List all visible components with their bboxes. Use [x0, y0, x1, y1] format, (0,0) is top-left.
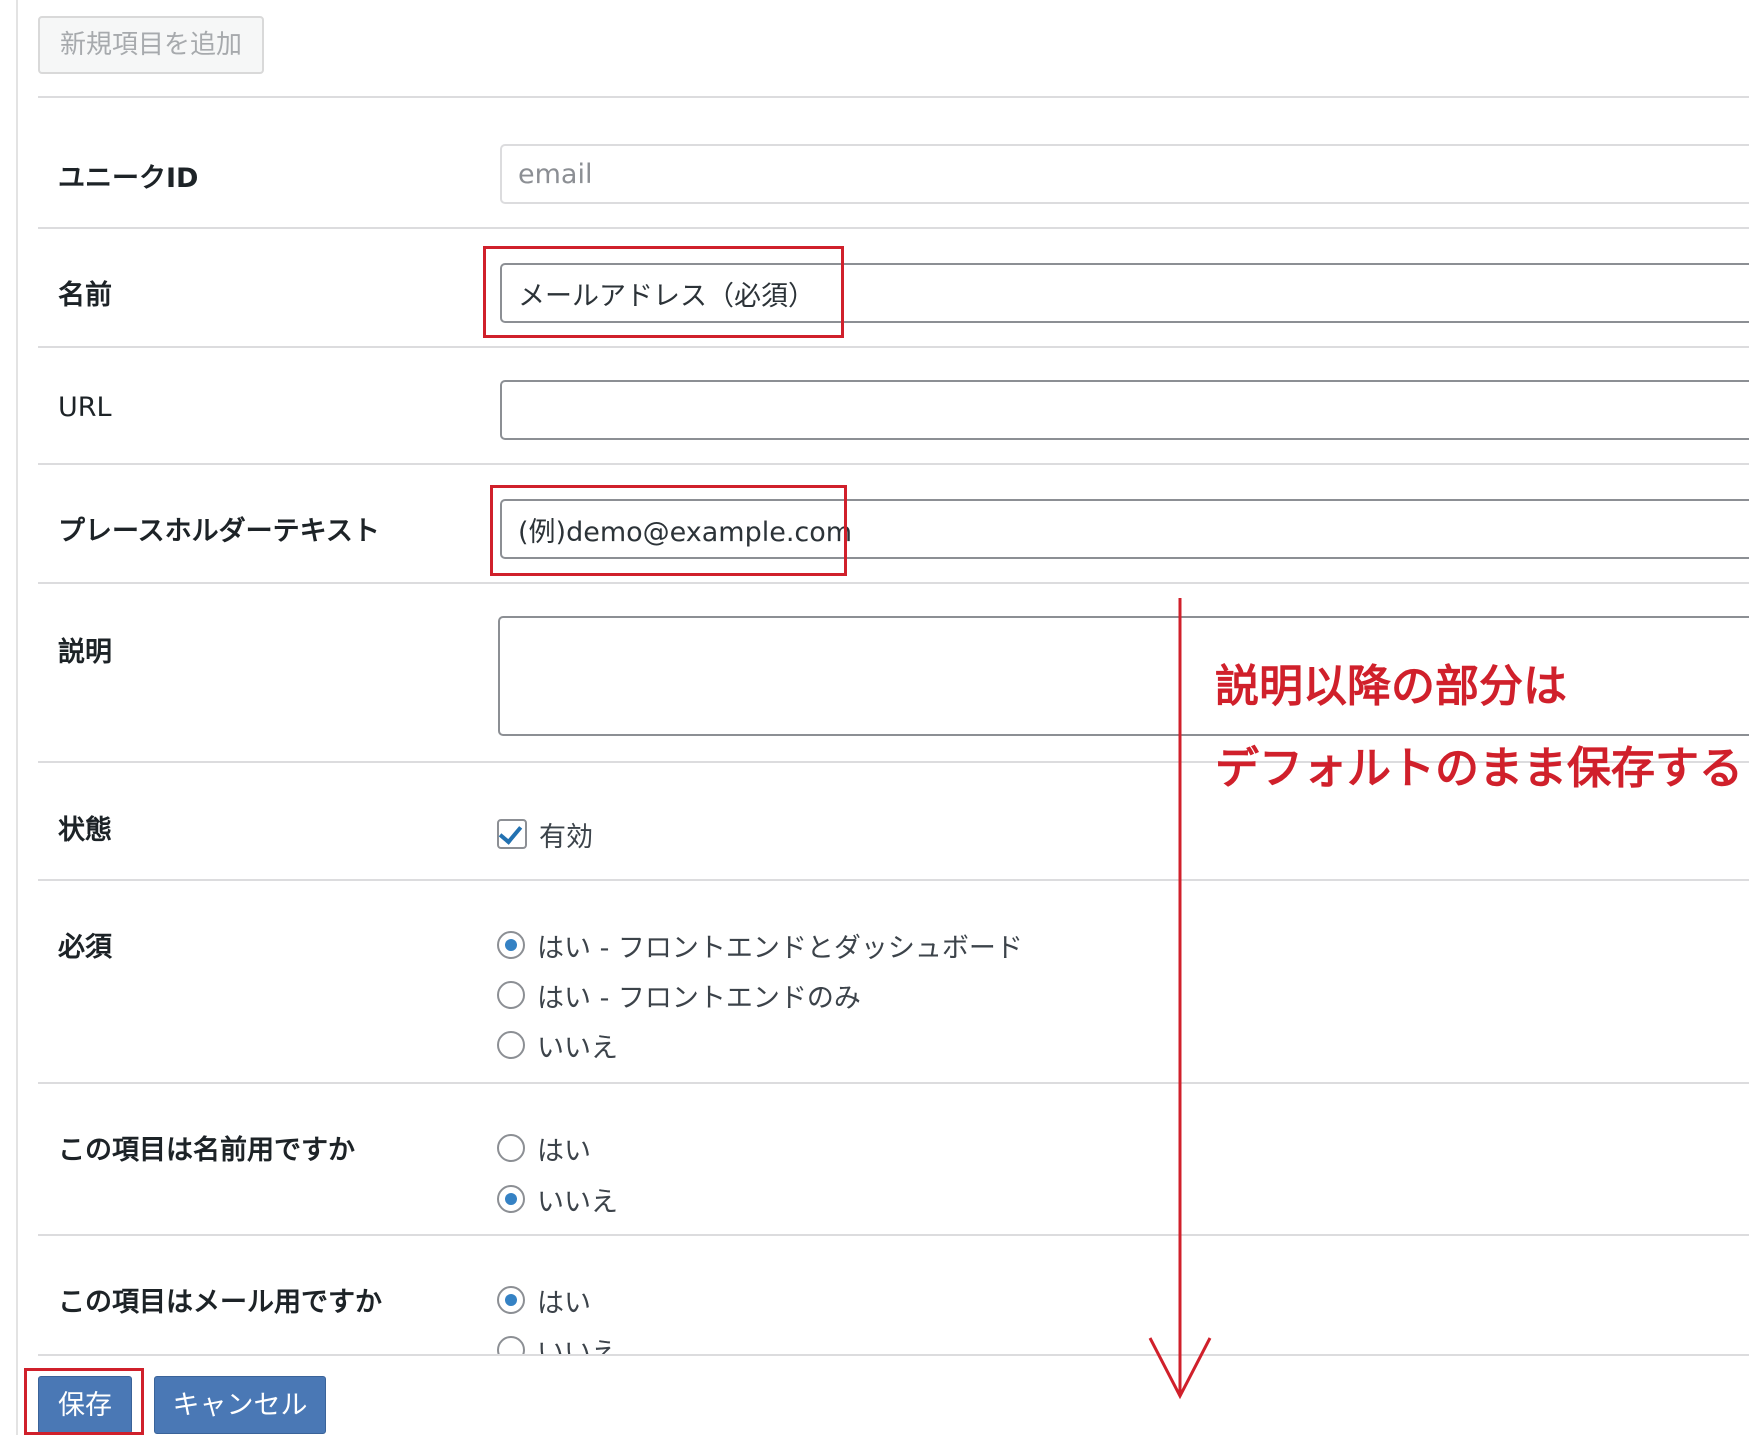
is-email-option-yes[interactable]: はい [497, 1282, 591, 1319]
add-new-item-button[interactable]: 新規項目を追加 [38, 16, 264, 74]
enabled-checkbox[interactable] [497, 819, 527, 849]
radio-label: はい [537, 1287, 591, 1319]
divider [38, 879, 1749, 881]
url-label: URL [58, 392, 112, 423]
divider [38, 1354, 1749, 1356]
radio-button[interactable] [497, 1286, 525, 1314]
divider [38, 1082, 1749, 1084]
divider [38, 346, 1749, 348]
required-option-frontend-only[interactable]: はい - フロントエンドのみ [497, 977, 861, 1014]
radio-button[interactable] [497, 1134, 525, 1162]
radio-button[interactable] [497, 931, 525, 959]
status-enabled-option[interactable]: 有効 [497, 816, 593, 853]
highlight-name-field [483, 246, 844, 338]
required-option-frontend-dashboard[interactable]: はい - フロントエンドとダッシュボード [497, 927, 1023, 964]
unique-id-input[interactable] [500, 144, 1749, 204]
highlight-placeholder-field [490, 485, 847, 576]
is-email-option-no[interactable]: いいえ [497, 1332, 618, 1354]
url-input[interactable] [500, 380, 1749, 440]
radio-button[interactable] [497, 1031, 525, 1059]
required-option-no[interactable]: いいえ [497, 1027, 618, 1064]
radio-label: いいえ [537, 1337, 618, 1355]
name-label: 名前 [58, 280, 112, 311]
status-label: 状態 [58, 815, 112, 846]
divider [38, 582, 1749, 584]
divider [38, 227, 1749, 229]
required-label: 必須 [58, 932, 112, 963]
radio-button[interactable] [497, 981, 525, 1009]
divider [38, 96, 1749, 98]
radio-label: はい - フロントエンドとダッシュボード [537, 932, 1023, 964]
cancel-button[interactable]: キャンセル [154, 1376, 326, 1434]
is-email-field-label: この項目はメール用ですか [58, 1287, 382, 1318]
description-label: 説明 [58, 637, 112, 668]
highlight-save-button [24, 1368, 144, 1435]
radio-label: はい - フロントエンドのみ [537, 982, 861, 1014]
annotation-line-1: 説明以降の部分は [1215, 661, 1567, 712]
radio-button[interactable] [497, 1336, 525, 1354]
placeholder-text-label: プレースホルダーテキスト [58, 516, 380, 547]
enabled-checkbox-label: 有効 [539, 821, 593, 853]
radio-label: いいえ [537, 1032, 618, 1064]
form-scroll-clip: この項目はメール用ですか はい いいえ [0, 1160, 1749, 1354]
divider [38, 463, 1749, 465]
unique-id-label: ユニークID [58, 163, 199, 194]
annotation-line-2: デフォルトのまま保存する [1215, 743, 1743, 794]
checkmark-icon [498, 820, 523, 845]
down-arrow-icon [1148, 598, 1212, 1400]
